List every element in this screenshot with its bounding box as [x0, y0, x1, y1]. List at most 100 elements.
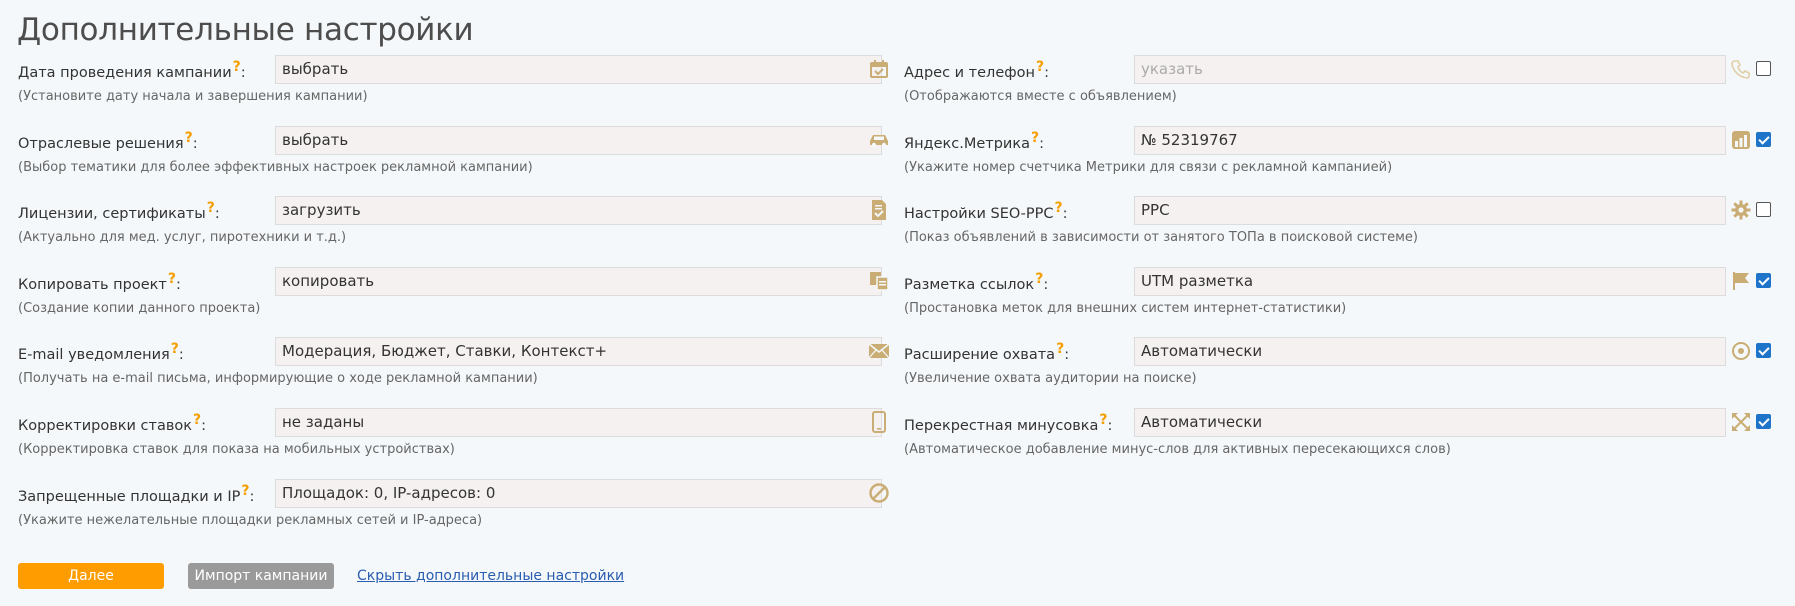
hide-advanced-settings-link[interactable]: Скрыть дополнительные настройки [357, 568, 624, 584]
enable-checkbox[interactable] [1756, 61, 1771, 76]
enable-checkbox[interactable] [1756, 343, 1771, 358]
next-button[interactable]: Далее [18, 563, 164, 589]
copy-icon[interactable] [868, 269, 890, 293]
left-setting-5-row: Корректировки ставок?: (Корректировка ста… [18, 408, 898, 468]
setting-hint: (Показ объявлений в зависимости от занят… [904, 230, 1418, 245]
enable-checkbox[interactable] [1756, 273, 1771, 288]
page-title: Дополнительные настройки [17, 12, 474, 48]
setting-hint: (Выбор тематики для более эффективных на… [18, 160, 533, 175]
setting-hint: (Создание копии данного проекта) [18, 301, 261, 316]
label-colon: : [240, 65, 246, 81]
setting-field[interactable]: выбрать [275, 55, 882, 84]
help-icon[interactable]: ? [171, 341, 179, 357]
enable-checkbox[interactable] [1756, 132, 1771, 147]
target-icon[interactable] [1730, 339, 1752, 363]
setting-label: E-mail уведомления?: [18, 341, 184, 363]
setting-label: Дата проведения кампании?: [18, 59, 246, 81]
label-colon: : [178, 347, 184, 363]
setting-label: Корректировки ставок?: [18, 412, 206, 434]
setting-field[interactable]: выбрать [275, 126, 882, 155]
setting-hint: (Корректировка ставок для показа на моби… [18, 442, 455, 457]
setting-hint: (Простановка меток для внешних систем ин… [904, 301, 1347, 316]
document-check-icon[interactable] [868, 198, 890, 222]
calendar-icon[interactable] [868, 57, 890, 81]
setting-field[interactable]: Автоматически [1134, 337, 1726, 366]
gear-icon[interactable] [1730, 198, 1752, 222]
right-setting-5-row: Перекрестная минусовка?: (Автоматическое … [904, 408, 1774, 468]
setting-field[interactable]: указать [1134, 55, 1726, 84]
left-setting-3-row: Копировать проект?: (Создание копии данно… [18, 267, 898, 327]
enable-checkbox[interactable] [1756, 202, 1771, 217]
label-colon: : [175, 277, 181, 293]
setting-label: Яндекс.Метрика?: [904, 130, 1045, 152]
help-icon[interactable]: ? [1036, 59, 1044, 75]
setting-field[interactable]: копировать [275, 267, 882, 296]
right-setting-3-row: Разметка ссылок?: (Простановка меток для … [904, 267, 1774, 327]
metrika-icon[interactable] [1730, 128, 1752, 152]
label-colon: : [249, 489, 255, 505]
setting-field[interactable]: № 52319767 [1134, 126, 1726, 155]
help-icon[interactable]: ? [185, 130, 193, 146]
setting-label: Отраслевые решения?: [18, 130, 198, 152]
setting-hint: (Укажите номер счетчика Метрики для связ… [904, 160, 1393, 175]
left-setting-2-row: Лицензии, сертификаты?: (Актуально для ме… [18, 196, 898, 256]
help-icon[interactable]: ? [1099, 412, 1107, 428]
setting-field[interactable]: Модерация, Бюджет, Ставки, Контекст+ [275, 337, 882, 366]
help-icon[interactable]: ? [1056, 341, 1064, 357]
help-icon[interactable]: ? [168, 271, 176, 287]
setting-label-text: Адрес и телефон [904, 65, 1035, 81]
setting-label: Лицензии, сертификаты?: [18, 200, 220, 222]
setting-label-text: Копировать проект [18, 277, 167, 293]
help-icon[interactable]: ? [207, 200, 215, 216]
setting-field[interactable]: UTM разметка [1134, 267, 1726, 296]
label-colon: : [1044, 65, 1050, 81]
setting-label-text: Настройки SEO-PPC [904, 206, 1054, 222]
help-icon[interactable]: ? [193, 412, 201, 428]
label-colon: : [214, 206, 220, 222]
setting-label: Адрес и телефон?: [904, 59, 1050, 81]
car-icon[interactable] [868, 128, 890, 152]
mobile-icon[interactable] [868, 410, 890, 434]
enable-checkbox[interactable] [1756, 414, 1771, 429]
left-setting-6-row: Запрещенные площадки и IP?: (Укажите неже… [18, 479, 898, 539]
flag-icon[interactable] [1730, 269, 1752, 293]
help-icon[interactable]: ? [1055, 200, 1063, 216]
envelope-icon[interactable] [868, 339, 890, 363]
setting-field[interactable]: PPC [1134, 196, 1726, 225]
setting-label-text: E-mail уведомления [18, 347, 170, 363]
setting-label-text: Разметка ссылок [904, 277, 1035, 293]
left-setting-0-row: Дата проведения кампании?: (Установите да… [18, 55, 898, 115]
cross-arrows-icon[interactable] [1730, 410, 1752, 434]
setting-label: Расширение охвата?: [904, 341, 1070, 363]
setting-hint: (Актуально для мед. услуг, пиротехники и… [18, 230, 347, 245]
phone-icon[interactable] [1730, 57, 1752, 81]
setting-hint: (Отображаются вместе с объявлением) [904, 89, 1177, 104]
help-icon[interactable]: ? [241, 483, 249, 499]
setting-label: Перекрестная минусовка?: [904, 412, 1112, 434]
left-setting-4-row: E-mail уведомления?: (Получать на e-mail … [18, 337, 898, 397]
left-setting-1-row: Отраслевые решения?: (Выбор тематики для … [18, 126, 898, 186]
setting-hint: (Получать на e-mail письма, информирующи… [18, 371, 538, 386]
import-campaign-button[interactable]: Импорт кампании [188, 563, 334, 589]
setting-label-text: Отраслевые решения [18, 136, 184, 152]
label-colon: : [1039, 136, 1045, 152]
setting-hint: (Установите дату начала и завершения кам… [18, 89, 368, 104]
setting-hint: (Автоматическое добавление минус-слов дл… [904, 442, 1451, 457]
label-colon: : [192, 136, 198, 152]
ban-icon[interactable] [868, 481, 890, 505]
help-icon[interactable]: ? [233, 59, 241, 75]
setting-label-text: Яндекс.Метрика [904, 136, 1030, 152]
help-icon[interactable]: ? [1031, 130, 1039, 146]
setting-field[interactable]: загрузить [275, 196, 882, 225]
setting-field[interactable]: не заданы [275, 408, 882, 437]
right-setting-4-row: Расширение охвата?: (Увеличение охвата ау… [904, 337, 1774, 397]
setting-field[interactable]: Автоматически [1134, 408, 1726, 437]
right-setting-1-row: Яндекс.Метрика?: (Укажите номер счетчика … [904, 126, 1774, 186]
setting-field[interactable]: Площадок: 0, IP-адресов: 0 [275, 479, 882, 508]
help-icon[interactable]: ? [1035, 271, 1043, 287]
label-colon: : [1062, 206, 1068, 222]
label-colon: : [1064, 347, 1070, 363]
setting-label-text: Перекрестная минусовка [904, 418, 1099, 434]
label-colon: : [1043, 277, 1049, 293]
setting-hint: (Увеличение охвата аудитории на поиске) [904, 371, 1197, 386]
